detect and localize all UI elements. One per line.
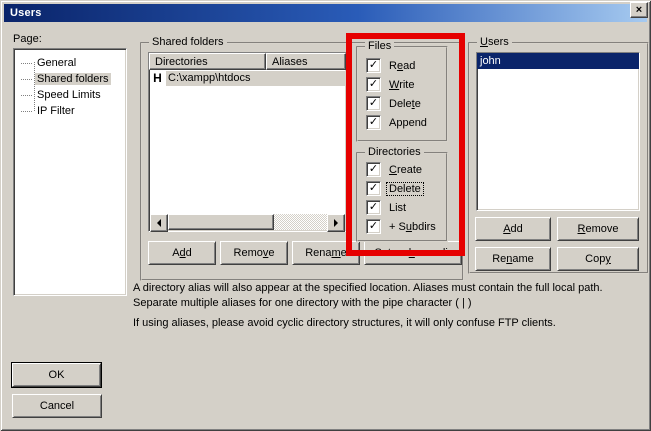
checkbox-checked-icon: ✓ xyxy=(366,162,381,177)
cancel-button[interactable]: Cancel xyxy=(12,394,102,418)
checkbox-checked-icon: ✓ xyxy=(366,219,381,234)
checkbox-create[interactable]: ✓ Create xyxy=(366,162,424,177)
folder-rename-button[interactable]: Rename xyxy=(292,241,360,265)
users-dialog: Users × Page: General Shared folders Spe… xyxy=(0,0,651,431)
checkbox-checked-icon: ✓ xyxy=(366,115,381,130)
folder-remove-button[interactable]: Remove xyxy=(220,241,288,265)
scroll-left-button[interactable] xyxy=(150,214,168,232)
checkbox-append[interactable]: ✓ Append xyxy=(366,115,429,130)
user-rename-button[interactable]: Rename xyxy=(475,247,551,271)
shared-folders-table[interactable]: Directories Aliases H C:\xampp\htdocs xyxy=(148,52,347,232)
directories-group-label: Directories xyxy=(365,146,424,159)
checkbox-list[interactable]: ✓ List xyxy=(366,200,408,215)
title-bar[interactable]: Users xyxy=(4,4,647,22)
user-item-john[interactable]: john xyxy=(477,53,639,69)
cyclic-note: If using aliases, please avoid cyclic di… xyxy=(133,316,638,331)
files-group-label: Files xyxy=(365,40,394,53)
users-group-label: Users xyxy=(477,36,512,49)
table-row[interactable]: H C:\xampp\htdocs xyxy=(149,70,346,86)
checkbox-read[interactable]: ✓ Read xyxy=(366,58,417,73)
scroll-right-icon xyxy=(334,219,342,227)
scroll-right-button[interactable] xyxy=(327,214,345,232)
scrollbar-track[interactable] xyxy=(274,214,327,230)
close-button[interactable]: × xyxy=(630,2,648,18)
shared-folders-group-label: Shared folders xyxy=(149,36,227,49)
page-item-speed-limits[interactable]: Speed Limits xyxy=(14,87,126,103)
table-header: Directories Aliases xyxy=(149,53,346,70)
user-remove-button[interactable]: Remove xyxy=(557,217,639,241)
page-label: Page: xyxy=(13,33,42,45)
directory-path: C:\xampp\htdocs xyxy=(166,71,346,86)
files-group: Files ✓ Read ✓ Write ✓ Delete ✓ Append xyxy=(356,46,448,142)
scrollbar-thumb[interactable] xyxy=(168,214,274,230)
checkbox-checked-icon: ✓ xyxy=(366,181,381,196)
users-list[interactable]: john xyxy=(476,52,640,211)
checkbox-checked-icon: ✓ xyxy=(366,77,381,92)
page-item-shared-folders[interactable]: Shared folders xyxy=(14,71,126,87)
horizontal-scrollbar[interactable] xyxy=(150,214,345,230)
directories-group: Directories ✓ Create ✓ Delete ✓ List ✓ +… xyxy=(356,152,448,242)
column-header-aliases[interactable]: Aliases xyxy=(266,53,346,70)
home-flag: H xyxy=(149,71,166,85)
set-as-home-dir-button[interactable]: Set as home dir xyxy=(364,241,462,265)
user-copy-button[interactable]: Copy xyxy=(557,247,639,271)
close-icon: × xyxy=(636,5,642,15)
folder-add-button[interactable]: Add xyxy=(148,241,216,265)
checkbox-write[interactable]: ✓ Write xyxy=(366,77,416,92)
page-list[interactable]: General Shared folders Speed Limits IP F… xyxy=(13,48,127,296)
ok-button[interactable]: OK xyxy=(12,363,101,387)
checkbox-checked-icon: ✓ xyxy=(366,200,381,215)
dialog-title: Users xyxy=(10,7,42,19)
user-add-button[interactable]: Add xyxy=(475,217,551,241)
column-header-directories[interactable]: Directories xyxy=(149,53,266,70)
alias-note: A directory alias will also appear at th… xyxy=(133,281,603,311)
checkbox-file-delete[interactable]: ✓ Delete xyxy=(366,96,423,111)
checkbox-checked-icon: ✓ xyxy=(366,96,381,111)
page-item-general[interactable]: General xyxy=(14,55,126,71)
checkbox-subdirs[interactable]: ✓ + Subdirs xyxy=(366,219,438,234)
checkbox-dir-delete[interactable]: ✓ Delete xyxy=(366,181,423,196)
scroll-left-icon xyxy=(153,219,161,227)
checkbox-checked-icon: ✓ xyxy=(366,58,381,73)
page-item-ip-filter[interactable]: IP Filter xyxy=(14,103,126,119)
